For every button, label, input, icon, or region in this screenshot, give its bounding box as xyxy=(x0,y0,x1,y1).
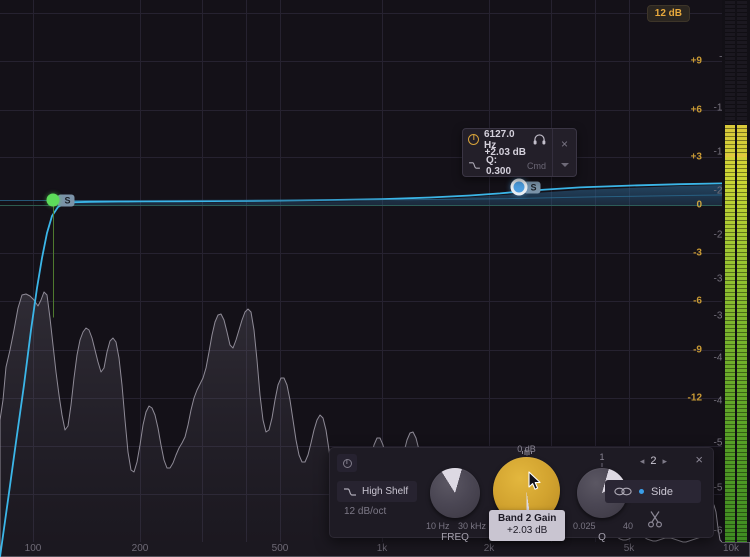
freq-tick-200: 200 xyxy=(131,543,149,554)
side-active-dot xyxy=(639,489,644,494)
freq-knob-max: 30 kHz xyxy=(457,521,486,531)
frequency-axis: 1002005001k2k5k10k20k xyxy=(0,535,750,557)
gain-tick-0: 0 xyxy=(696,199,702,211)
q-knob-tick xyxy=(601,463,603,467)
high-shelf-icon xyxy=(344,487,356,496)
meter-left-peak xyxy=(725,154,735,158)
freq-tick-5k: 5k xyxy=(623,543,635,554)
meter-left xyxy=(725,0,735,542)
prev-band-button[interactable]: ◂ xyxy=(640,456,645,467)
meter-right-ticks xyxy=(737,0,747,542)
gain-tick--12: -12 xyxy=(687,392,702,404)
range-badge[interactable]: 12 dB xyxy=(646,5,690,22)
band-1-stem xyxy=(52,199,54,318)
band-info-actions: × xyxy=(552,129,576,176)
gain-tick-+6: +6 xyxy=(690,104,702,116)
gain-tick--3: -3 xyxy=(693,247,702,259)
band-number: 2 xyxy=(650,455,657,467)
meter-left-ticks xyxy=(725,0,735,542)
band-info-modifier: Cmd xyxy=(526,160,546,171)
meter-right xyxy=(737,0,747,542)
stereo-placement-label: Side xyxy=(651,485,674,498)
freq-tick-500: 500 xyxy=(271,543,289,554)
gain-tick-+9: +9 xyxy=(690,55,702,67)
gain-tick--6: -6 xyxy=(693,295,702,307)
gain-tooltip-value: +2.03 dB xyxy=(507,525,548,536)
freq-tick-1k: 1k xyxy=(376,543,388,554)
freq-knob-min: 10 Hz xyxy=(426,521,450,531)
gain-range-icon xyxy=(521,449,532,456)
q-knob-top-label: 1 xyxy=(599,452,605,462)
band-info-q-row: Q: 0.300 Cmd xyxy=(468,155,546,177)
band-info-q[interactable]: Q: 0.300 xyxy=(486,155,522,177)
headphones-icon[interactable] xyxy=(533,134,546,145)
freq-knob[interactable] xyxy=(430,468,480,518)
band-info-popup[interactable]: 6127.0 Hz +2.03 dB Q: 0.300 Cmd × xyxy=(462,128,577,177)
high-shelf-icon[interactable] xyxy=(468,161,481,170)
next-band-button[interactable]: ▸ xyxy=(662,456,667,467)
filter-shape-button[interactable]: High Shelf xyxy=(337,481,417,502)
output-meters xyxy=(722,0,750,542)
band-handle-1[interactable]: S xyxy=(46,193,75,318)
freq-knob-wedge xyxy=(430,468,480,518)
scissors-icon[interactable] xyxy=(647,510,663,528)
freq-knob-label: FREQ xyxy=(441,532,469,543)
band-2-dot[interactable] xyxy=(510,178,528,196)
q-knob-label: Q xyxy=(598,532,606,543)
close-icon[interactable]: × xyxy=(561,138,568,150)
stereo-placement-button[interactable]: Side xyxy=(605,480,701,503)
close-icon[interactable]: × xyxy=(695,452,703,468)
freq-tick-100: 100 xyxy=(24,543,42,554)
power-icon[interactable] xyxy=(468,134,479,145)
q-knob-max: 40 xyxy=(622,521,633,531)
filter-shape-label: High Shelf xyxy=(362,486,409,497)
power-icon xyxy=(342,458,352,468)
gain-tick--9: -9 xyxy=(693,344,702,356)
freq-tick-2k: 2k xyxy=(483,543,495,554)
freq-tick-10k: 10k xyxy=(722,543,740,554)
meter-right-peak xyxy=(737,154,747,158)
mouse-cursor xyxy=(528,471,541,490)
gain-tooltip: Band 2 Gain +2.03 dB xyxy=(489,510,566,541)
band-1-solo-badge[interactable]: S xyxy=(57,194,75,206)
band-1-dot[interactable] xyxy=(46,193,60,207)
band-info-content: 6127.0 Hz +2.03 dB Q: 0.300 Cmd xyxy=(463,129,552,177)
q-knob-min: 0.025 xyxy=(573,521,596,531)
band-navigator: ◂ 2 ▸ xyxy=(640,455,667,467)
freq-knob-wrap: 10 Hz 30 kHz FREQ xyxy=(426,468,486,543)
band-info-freq-row: 6127.0 Hz xyxy=(468,129,546,151)
gain-tooltip-title: Band 2 Gain xyxy=(498,513,557,524)
chevron-down-icon[interactable] xyxy=(560,162,569,167)
filter-slope-label[interactable]: 12 dB/oct xyxy=(344,506,386,517)
band-power-button[interactable] xyxy=(337,454,357,472)
link-icon xyxy=(614,487,632,496)
gain-tick-+3: +3 xyxy=(690,151,702,163)
band-handle-2[interactable]: S xyxy=(510,178,541,196)
